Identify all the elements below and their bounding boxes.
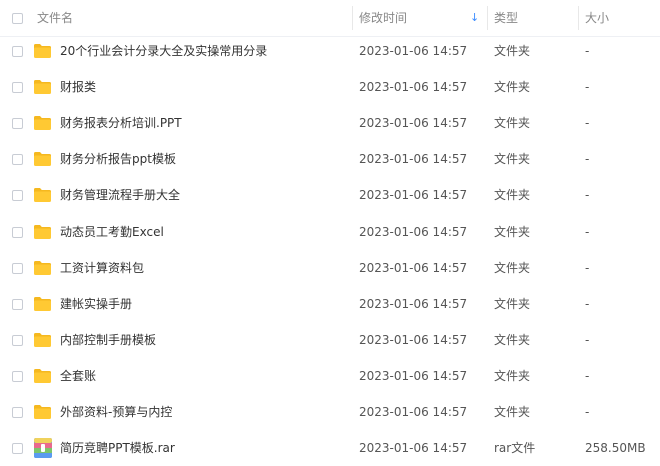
file-row[interactable]: 动态员工考勤Excel 2023-01-06 14:57 文件夹 - [0,214,660,250]
file-size: - [585,296,590,311]
file-row[interactable]: 外部资料-预算与内控 2023-01-06 14:57 文件夹 - [0,394,660,430]
file-type: 文件夹 [494,332,531,347]
folder-icon [34,80,51,95]
folder-icon [34,260,51,275]
row-checkbox[interactable] [12,334,23,346]
file-row[interactable]: 工资计算资料包 2023-01-06 14:57 文件夹 - [0,250,660,286]
folder-icon [34,405,51,419]
row-checkbox[interactable] [12,407,23,418]
file-size: - [585,188,590,203]
folder-icon [34,152,51,167]
file-size: - [585,260,590,275]
file-type: 文件夹 [494,405,531,419]
modified-time: 2023-01-06 14:57 [359,188,468,203]
column-divider[interactable] [352,6,353,30]
column-header-modified-time[interactable]: 修改时间 [359,0,407,36]
file-size: - [585,80,590,95]
file-name[interactable]: 财报类 [60,69,96,105]
file-name[interactable]: 建帐实操手册 [60,286,132,322]
column-divider[interactable] [487,6,488,30]
column-header-type[interactable]: 类型 [494,0,518,36]
file-row[interactable]: 建帐实操手册 2023-01-06 14:57 文件夹 - [0,286,660,322]
row-checkbox[interactable] [12,262,23,274]
file-name[interactable]: 财务管理流程手册大全 [60,177,180,213]
row-checkbox[interactable] [12,154,23,166]
file-type: 文件夹 [494,116,531,131]
file-type: 文件夹 [494,44,531,58]
file-row[interactable]: 内部控制手册模板 2023-01-06 14:57 文件夹 - [0,322,660,358]
file-size: - [585,116,590,131]
row-checkbox[interactable] [12,298,23,310]
row-checkbox[interactable] [12,370,23,382]
file-size: - [585,44,590,58]
sort-descending-icon[interactable]: ↓ [470,0,479,36]
file-name[interactable]: 20个行业会计分录大全及实操常用分录 [60,33,267,69]
row-checkbox[interactable] [12,46,23,57]
file-size: 258.50MB [585,441,646,456]
file-size: - [585,152,590,167]
file-type: rar文件 [494,441,536,456]
folder-icon [34,332,51,347]
file-name[interactable]: 工资计算资料包 [60,250,144,286]
file-row[interactable]: 财务分析报告ppt模板 2023-01-06 14:57 文件夹 - [0,141,660,177]
file-name[interactable]: 内部控制手册模板 [60,322,156,358]
file-size: - [585,368,590,383]
column-divider[interactable] [578,6,579,30]
folder-icon [34,44,51,58]
row-checkbox[interactable] [12,226,23,238]
file-type: 文件夹 [494,80,531,95]
file-list: 文件名 修改时间 ↓ 类型 大小 20个行业会计分录大全及实操常用分录 2023-… [0,0,660,462]
file-size: - [585,224,590,239]
rar-archive-icon [34,438,52,459]
file-row[interactable]: 财报类 2023-01-06 14:57 文件夹 - [0,69,660,105]
select-all-checkbox[interactable] [12,13,23,24]
file-name[interactable]: 全套账 [60,358,96,394]
file-type: 文件夹 [494,188,531,203]
column-header-name[interactable]: 文件名 [37,0,73,36]
modified-time: 2023-01-06 14:57 [359,368,468,383]
file-type: 文件夹 [494,224,531,239]
file-type: 文件夹 [494,260,531,275]
file-name[interactable]: 财务报表分析培训.PPT [60,105,182,141]
modified-time: 2023-01-06 14:57 [359,332,468,347]
file-row[interactable]: 20个行业会计分录大全及实操常用分录 2023-01-06 14:57 文件夹 - [0,33,660,69]
file-row[interactable]: 财务报表分析培训.PPT 2023-01-06 14:57 文件夹 - [0,105,660,141]
file-row[interactable]: 财务管理流程手册大全 2023-01-06 14:57 文件夹 - [0,177,660,213]
file-type: 文件夹 [494,296,531,311]
file-row[interactable]: 简历竞聘PPT模板.rar 2023-01-06 14:57 rar文件 258.50… [0,430,660,466]
row-checkbox[interactable] [12,118,23,130]
folder-icon [34,368,51,383]
modified-time: 2023-01-06 14:57 [359,260,468,275]
file-type: 文件夹 [494,152,531,167]
file-name[interactable]: 简历竞聘PPT模板.rar [60,430,175,466]
column-header-size[interactable]: 大小 [585,0,609,36]
file-name[interactable]: 财务分析报告ppt模板 [60,141,176,177]
row-checkbox[interactable] [12,82,23,94]
row-checkbox[interactable] [12,443,23,455]
modified-time: 2023-01-06 14:57 [359,405,468,419]
file-size: - [585,332,590,347]
modified-time: 2023-01-06 14:57 [359,441,468,456]
modified-time: 2023-01-06 14:57 [359,152,468,167]
file-name[interactable]: 动态员工考勤Excel [60,214,164,250]
modified-time: 2023-01-06 14:57 [359,296,468,311]
file-list-header: 文件名 修改时间 ↓ 类型 大小 [0,0,660,37]
file-name[interactable]: 外部资料-预算与内控 [60,394,172,430]
folder-icon [34,224,51,239]
modified-time: 2023-01-06 14:57 [359,44,468,58]
file-type: 文件夹 [494,368,531,383]
modified-time: 2023-01-06 14:57 [359,116,468,131]
folder-icon [34,188,51,203]
modified-time: 2023-01-06 14:57 [359,224,468,239]
folder-icon [34,116,51,131]
folder-icon [34,296,51,311]
modified-time: 2023-01-06 14:57 [359,80,468,95]
row-checkbox[interactable] [12,190,23,202]
file-size: - [585,405,590,419]
file-row[interactable]: 全套账 2023-01-06 14:57 文件夹 - [0,358,660,394]
